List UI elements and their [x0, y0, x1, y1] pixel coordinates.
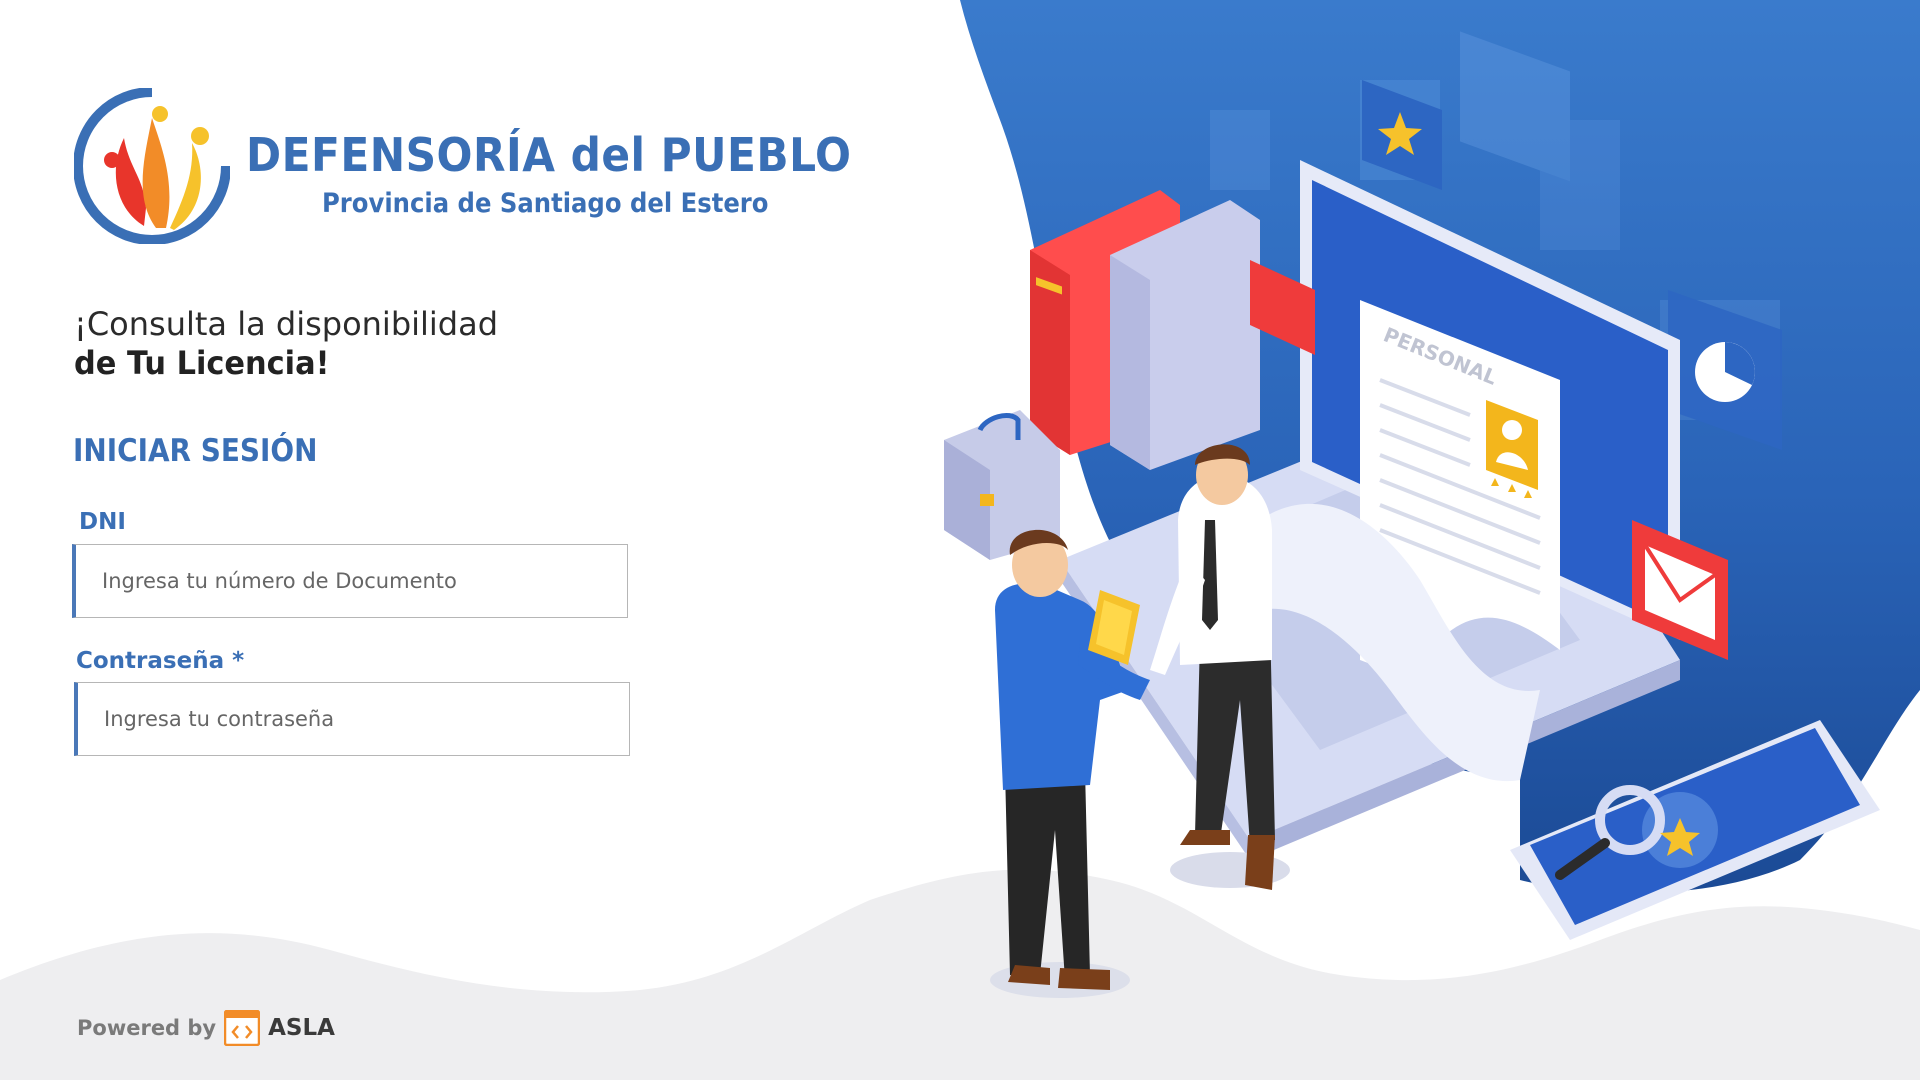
tagline-line1: ¡Consulta la disponibilidad	[74, 305, 499, 343]
password-input[interactable]	[74, 682, 630, 756]
brand-subtitle: Provincia de Santiago del Estero	[322, 188, 769, 219]
password-label: Contraseña *	[76, 648, 245, 674]
defensoria-emblem-icon	[74, 88, 230, 244]
vendor-name: ASLA	[268, 1015, 335, 1041]
login-title: INICIAR SESIÓN	[73, 433, 318, 469]
brand-logo: DEFENSORÍA del PUEBLO Provincia de Santi…	[74, 88, 851, 248]
person-blue-jacket	[990, 529, 1150, 998]
asla-logo-icon	[224, 1010, 261, 1046]
powered-by: Powered by ASLA	[77, 1008, 335, 1048]
books	[1030, 190, 1260, 470]
dni-label: DNI	[79, 509, 126, 535]
powered-label: Powered by	[77, 1016, 217, 1040]
tagline-line2: de Tu Licencia!	[74, 344, 330, 382]
tablet	[1510, 720, 1880, 940]
dni-input[interactable]	[72, 544, 628, 618]
brand-title: DEFENSORÍA del PUEBLO	[246, 128, 852, 182]
